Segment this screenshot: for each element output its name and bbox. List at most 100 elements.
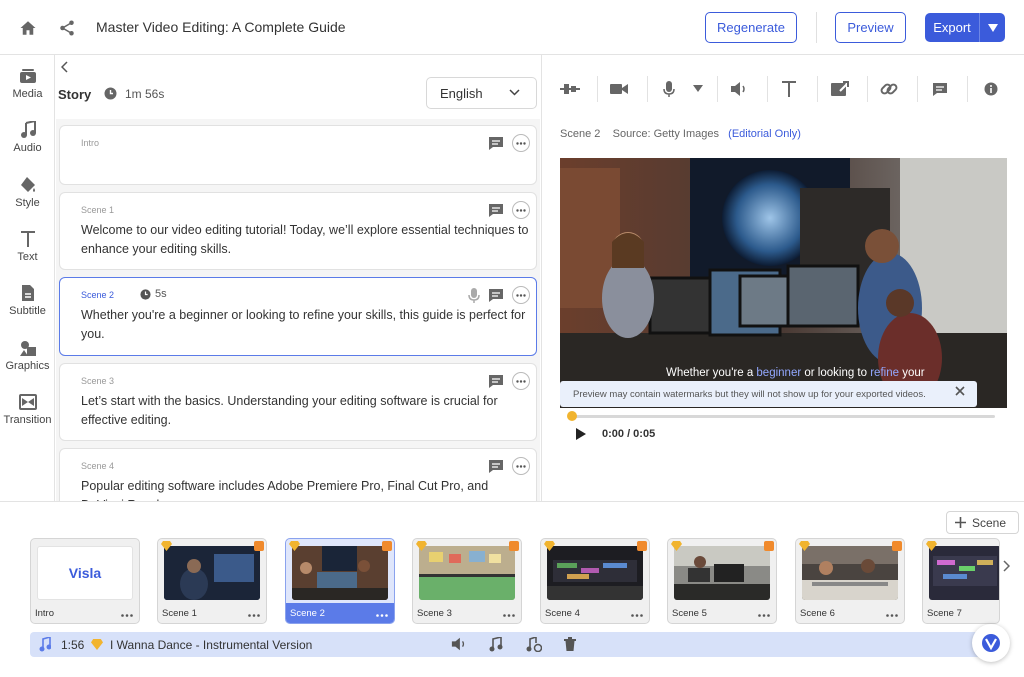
premium-gem-icon — [799, 541, 810, 551]
rail-item-subtitle[interactable]: Subtitle — [0, 283, 55, 317]
rail-item-style[interactable]: Style — [0, 175, 55, 209]
toolbar-divider — [817, 76, 818, 102]
more-options-icon[interactable] — [248, 614, 260, 617]
scene-card-2[interactable]: Scene 2 5s Whether you're a beginner or … — [59, 277, 537, 356]
voice-dropdown-icon[interactable] — [687, 78, 709, 100]
more-options-icon[interactable] — [512, 286, 530, 304]
watermark-notice: Preview may contain watermarks but they … — [560, 381, 977, 407]
music-track-bar[interactable]: 1:56 I Wanna Dance - Instrumental Versio… — [30, 632, 990, 657]
export-button[interactable]: Export — [925, 13, 1005, 42]
timeline-thumb-scene-6[interactable]: Scene 6 — [795, 538, 905, 624]
rail-item-graphics[interactable]: Graphics — [0, 338, 55, 372]
more-options-icon[interactable] — [512, 201, 530, 219]
home-icon[interactable] — [17, 17, 39, 39]
playback-scrubber[interactable] — [567, 411, 577, 421]
more-options-icon[interactable] — [512, 134, 530, 152]
rail-item-media[interactable]: Media — [0, 66, 55, 100]
more-options-icon[interactable] — [512, 457, 530, 475]
more-options-icon[interactable] — [758, 614, 770, 617]
share-icon[interactable] — [56, 17, 78, 39]
more-options-icon[interactable] — [886, 614, 898, 617]
volume-icon[interactable] — [451, 637, 467, 651]
story-header: Story 1m 56s English — [56, 55, 540, 119]
comment-icon[interactable] — [488, 374, 504, 389]
timeline-thumb-scene-1[interactable]: Scene 1 — [157, 538, 267, 624]
timeline-thumb-intro[interactable]: Visla Intro — [30, 538, 140, 624]
thumb-name: Scene 4 — [545, 608, 580, 619]
comment-icon[interactable] — [929, 78, 951, 100]
link-icon[interactable] — [878, 78, 900, 100]
more-options-icon[interactable] — [512, 372, 530, 390]
preview-button[interactable]: Preview — [835, 12, 906, 43]
info-icon[interactable] — [980, 78, 1002, 100]
image-edit-icon[interactable] — [829, 78, 851, 100]
download-badge-icon — [382, 541, 392, 551]
export-dropdown-icon[interactable] — [980, 23, 1005, 33]
regenerate-button[interactable]: Regenerate — [705, 12, 797, 43]
toolbar-divider — [647, 76, 648, 102]
timeline-thumb-scene-3[interactable]: Scene 3 — [412, 538, 522, 624]
thumb-image — [292, 546, 388, 600]
timeline-thumb-scene-7[interactable]: Scene 7 — [922, 538, 1000, 624]
visla-help-button[interactable] — [972, 624, 1010, 662]
music-settings-icon[interactable] — [525, 637, 542, 652]
rail-label: Transition — [3, 414, 52, 426]
caption-highlight: refine — [870, 367, 899, 379]
story-label: Story — [58, 87, 92, 102]
scene-card-intro[interactable]: Intro — [59, 125, 537, 185]
rail-item-audio[interactable]: Audio — [0, 120, 55, 154]
text-icon — [18, 229, 38, 249]
editorial-link[interactable]: (Editorial Only) — [728, 128, 801, 140]
playback-time: 0:00 / 0:05 — [602, 428, 656, 440]
close-icon[interactable] — [955, 386, 965, 396]
preview-panel: Scene 2 Source: Getty Images (Editorial … — [541, 55, 1024, 501]
scene-card-4[interactable]: Scene 4 Popular editing software include… — [59, 448, 537, 501]
thumb-image — [547, 546, 643, 600]
timeline-thumb-scene-4[interactable]: Scene 4 — [540, 538, 650, 624]
more-options-icon[interactable] — [631, 614, 643, 617]
music-note-icon — [18, 120, 38, 140]
story-duration: 1m 56s — [125, 87, 165, 101]
download-badge-icon — [254, 541, 264, 551]
more-options-icon[interactable] — [503, 614, 515, 617]
scene-script-text[interactable]: Welcome to our video editing tutorial! T… — [81, 221, 532, 259]
layout-icon[interactable] — [559, 78, 581, 100]
microphone-icon[interactable] — [658, 78, 680, 100]
scene-script-text[interactable]: Let’s start with the basics. Understandi… — [81, 392, 532, 430]
language-select[interactable]: English — [426, 77, 537, 109]
more-options-icon[interactable] — [376, 614, 388, 617]
video-camera-icon[interactable] — [608, 78, 630, 100]
scene-card-name: Scene 3 — [81, 376, 115, 386]
text-icon[interactable] — [778, 78, 800, 100]
playback-progress-bar[interactable] — [572, 415, 995, 418]
more-options-icon[interactable] — [121, 614, 133, 617]
chevron-left-icon[interactable] — [61, 61, 69, 73]
trash-icon[interactable] — [564, 637, 576, 651]
thumb-name: Scene 5 — [672, 608, 707, 619]
thumb-image: Visla — [37, 546, 133, 600]
project-title: Master Video Editing: A Complete Guide — [96, 19, 346, 35]
comment-icon[interactable] — [488, 459, 504, 474]
video-preview[interactable]: Whether you're a beginner or looking to … — [560, 158, 1007, 408]
chevron-right-icon[interactable] — [1002, 560, 1010, 572]
scene-card-name: Intro — [81, 138, 100, 148]
comment-icon[interactable] — [488, 203, 504, 218]
replace-music-icon[interactable] — [488, 637, 504, 652]
scene-script-text[interactable]: Popular editing software includes Adobe … — [81, 477, 532, 501]
rail-item-text[interactable]: Text — [0, 229, 55, 263]
comment-icon[interactable] — [488, 288, 504, 303]
comment-icon[interactable] — [488, 136, 504, 151]
scene-card-1[interactable]: Scene 1 Welcome to our video editing tut… — [59, 192, 537, 270]
microphone-icon[interactable] — [468, 287, 480, 304]
scene-script-text[interactable]: Whether you're a beginner or looking to … — [81, 306, 532, 344]
timeline-thumb-scene-2[interactable]: Scene 2 — [285, 538, 395, 624]
rail-item-transition[interactable]: Transition — [0, 392, 55, 426]
add-scene-button[interactable]: Scene — [946, 511, 1019, 534]
caption-text: Whether you're a — [666, 367, 757, 379]
scene-card-3[interactable]: Scene 3 Let’s start with the basics. Und… — [59, 363, 537, 441]
caption-text: or looking to — [801, 367, 871, 379]
media-icon — [18, 66, 38, 86]
volume-icon[interactable] — [728, 78, 750, 100]
play-icon[interactable] — [575, 427, 587, 441]
timeline-thumb-scene-5[interactable]: Scene 5 — [667, 538, 777, 624]
